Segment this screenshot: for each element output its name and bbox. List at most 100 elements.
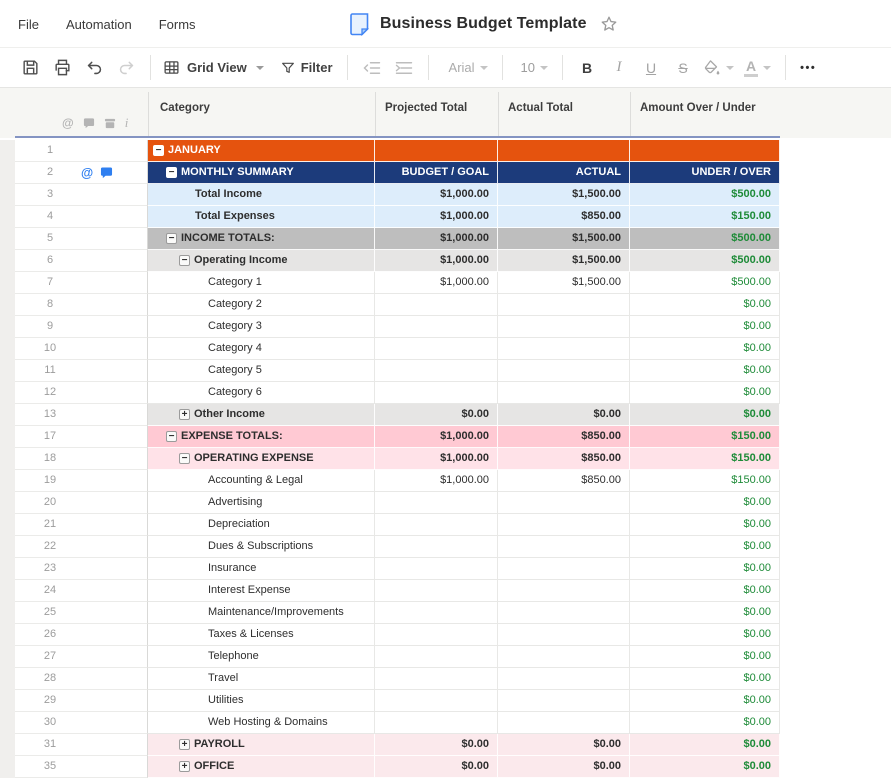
row-number-cell[interactable]: 29 — [15, 690, 148, 712]
projected-cell[interactable] — [375, 492, 498, 514]
row-number-cell[interactable]: 1 — [15, 140, 148, 162]
row-number-cell[interactable]: 11 — [15, 360, 148, 382]
projected-cell[interactable] — [375, 646, 498, 668]
outdent-button[interactable] — [356, 54, 388, 82]
actual-cell[interactable] — [498, 602, 630, 624]
indent-button[interactable] — [388, 54, 420, 82]
row-number-cell[interactable]: 25 — [15, 602, 148, 624]
row-number-cell[interactable]: 21 — [15, 514, 148, 536]
over-under-cell[interactable]: $0.00 — [630, 690, 780, 712]
over-under-cell[interactable]: $0.00 — [630, 382, 780, 404]
over-under-cell[interactable]: $0.00 — [630, 294, 780, 316]
row-number-cell[interactable]: 24 — [15, 580, 148, 602]
projected-cell[interactable] — [375, 360, 498, 382]
over-under-cell[interactable]: $150.00 — [630, 470, 780, 492]
row-number-cell[interactable]: 13 — [15, 404, 148, 426]
category-cell[interactable]: Accounting & Legal — [148, 470, 375, 492]
undo-button[interactable] — [78, 54, 110, 82]
actual-cell[interactable] — [498, 624, 630, 646]
projected-cell[interactable]: $1,000.00 — [375, 184, 498, 206]
category-cell[interactable]: −EXPENSE TOTALS: — [148, 426, 375, 448]
over-under-cell[interactable]: $0.00 — [630, 646, 780, 668]
expand-toggle[interactable]: + — [179, 409, 190, 420]
actual-cell[interactable] — [498, 580, 630, 602]
projected-cell[interactable]: BUDGET / GOAL — [375, 162, 498, 184]
category-cell[interactable]: Maintenance/Improvements — [148, 602, 375, 624]
over-under-cell[interactable]: $0.00 — [630, 536, 780, 558]
category-cell[interactable]: −MONTHLY SUMMARY — [148, 162, 375, 184]
category-cell[interactable]: −Operating Income — [148, 250, 375, 272]
more-options-button[interactable]: ••• — [800, 54, 816, 82]
actual-cell[interactable] — [498, 712, 630, 734]
projected-cell[interactable]: $0.00 — [375, 734, 498, 756]
over-under-cell[interactable] — [630, 140, 780, 162]
collapse-toggle[interactable]: − — [179, 453, 190, 464]
category-cell[interactable]: Interest Expense — [148, 580, 375, 602]
redo-button[interactable] — [110, 54, 142, 82]
over-under-cell[interactable]: $0.00 — [630, 734, 780, 756]
collapse-toggle[interactable]: − — [166, 431, 177, 442]
over-under-cell[interactable]: $0.00 — [630, 514, 780, 536]
row-number-cell[interactable]: 12 — [15, 382, 148, 404]
grid-view-button[interactable]: Grid View — [163, 54, 264, 82]
projected-cell[interactable]: $1,000.00 — [375, 206, 498, 228]
collapse-toggle[interactable]: − — [179, 255, 190, 266]
category-cell[interactable]: Taxes & Licenses — [148, 624, 375, 646]
category-cell[interactable]: Travel — [148, 668, 375, 690]
projected-cell[interactable] — [375, 668, 498, 690]
menu-file[interactable]: File — [18, 17, 39, 32]
over-under-cell[interactable]: $150.00 — [630, 206, 780, 228]
actual-cell[interactable]: $0.00 — [498, 734, 630, 756]
fill-color-button[interactable] — [703, 54, 734, 82]
projected-cell[interactable]: $1,000.00 — [375, 470, 498, 492]
projected-cell[interactable] — [375, 690, 498, 712]
projected-cell[interactable] — [375, 382, 498, 404]
actual-cell[interactable] — [498, 492, 630, 514]
actual-cell[interactable] — [498, 558, 630, 580]
underline-button[interactable]: U — [635, 54, 667, 82]
actual-cell[interactable] — [498, 140, 630, 162]
actual-cell[interactable]: $1,500.00 — [498, 184, 630, 206]
collapse-toggle[interactable]: − — [166, 167, 177, 178]
row-number-cell[interactable]: 5 — [15, 228, 148, 250]
strikethrough-button[interactable]: S — [667, 54, 699, 82]
projected-cell[interactable] — [375, 580, 498, 602]
row-number-cell[interactable]: 10 — [15, 338, 148, 360]
over-under-cell[interactable]: $0.00 — [630, 602, 780, 624]
over-under-cell[interactable]: $500.00 — [630, 250, 780, 272]
row-number-cell[interactable]: 4 — [15, 206, 148, 228]
over-under-cell[interactable]: $150.00 — [630, 448, 780, 470]
actual-cell[interactable]: $0.00 — [498, 404, 630, 426]
category-cell[interactable]: Category 6 — [148, 382, 375, 404]
row-number-cell[interactable]: 18 — [15, 448, 148, 470]
row-number-cell[interactable]: 23 — [15, 558, 148, 580]
row-number-cell[interactable]: 17 — [15, 426, 148, 448]
bold-button[interactable]: B — [571, 54, 603, 82]
projected-cell[interactable] — [375, 514, 498, 536]
row-number-cell[interactable]: 27 — [15, 646, 148, 668]
actual-cell[interactable]: $1,500.00 — [498, 272, 630, 294]
print-button[interactable] — [46, 54, 78, 82]
row-number-cell[interactable]: 20 — [15, 492, 148, 514]
over-under-cell[interactable]: $0.00 — [630, 712, 780, 734]
actual-cell[interactable] — [498, 646, 630, 668]
category-cell[interactable]: −OPERATING EXPENSE — [148, 448, 375, 470]
star-favorite-icon[interactable] — [600, 15, 618, 33]
projected-cell[interactable]: $0.00 — [375, 404, 498, 426]
category-cell[interactable]: Category 5 — [148, 360, 375, 382]
category-cell[interactable]: +OFFICE — [148, 756, 375, 778]
italic-button[interactable]: I — [603, 54, 635, 82]
comment-icon[interactable] — [100, 167, 113, 179]
actual-cell[interactable]: $1,500.00 — [498, 228, 630, 250]
over-under-cell[interactable]: $0.00 — [630, 360, 780, 382]
over-under-cell[interactable]: $0.00 — [630, 316, 780, 338]
font-family-select[interactable]: Arial — [437, 54, 488, 82]
over-under-cell[interactable]: $0.00 — [630, 404, 780, 426]
column-header-2[interactable]: Projected Total — [385, 102, 467, 114]
actual-cell[interactable] — [498, 690, 630, 712]
actual-cell[interactable]: $850.00 — [498, 206, 630, 228]
actual-cell[interactable] — [498, 338, 630, 360]
menu-automation[interactable]: Automation — [66, 17, 132, 32]
row-number-cell[interactable]: 35 — [15, 756, 148, 778]
mention-at-icon[interactable]: @ — [81, 166, 93, 180]
